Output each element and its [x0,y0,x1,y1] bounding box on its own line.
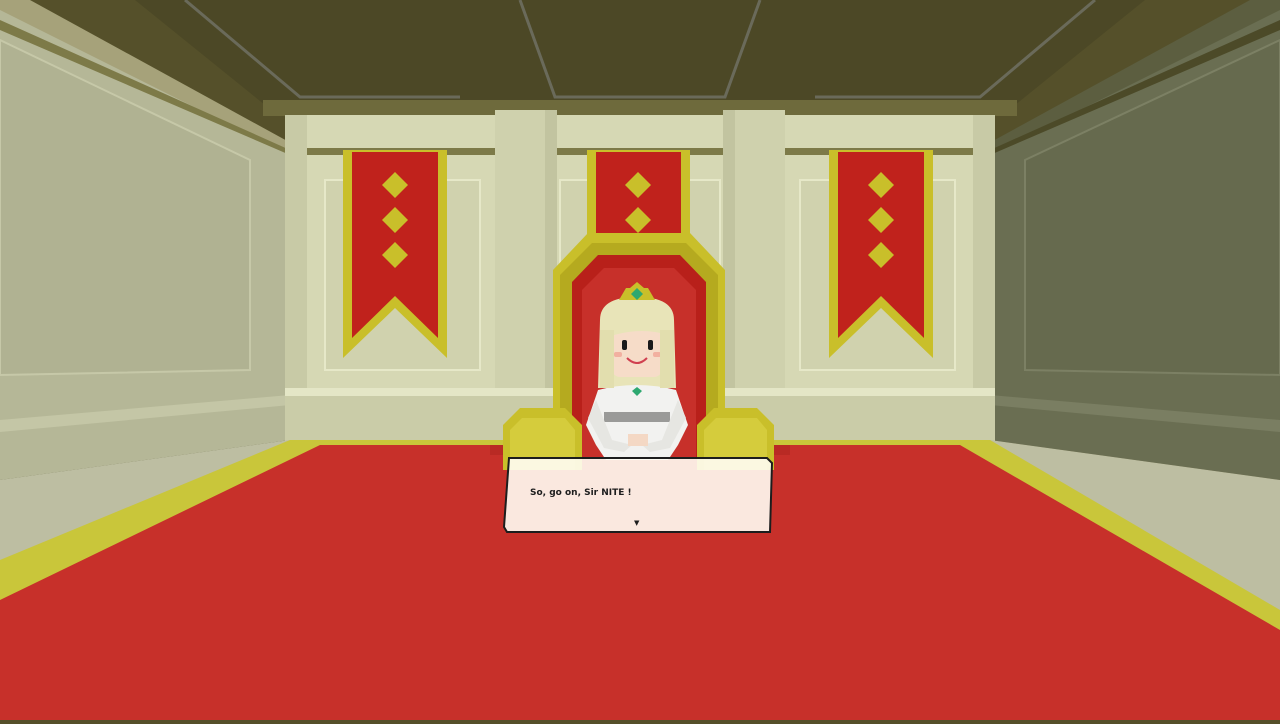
dialog-text: So, go on, Sir NITE ! [530,488,632,498]
throne-room-scene [0,0,1280,720]
dialog-box[interactable]: So, go on, Sir NITE ! ▼ [503,457,773,534]
down-triangle-icon[interactable]: ▼ [634,520,639,527]
